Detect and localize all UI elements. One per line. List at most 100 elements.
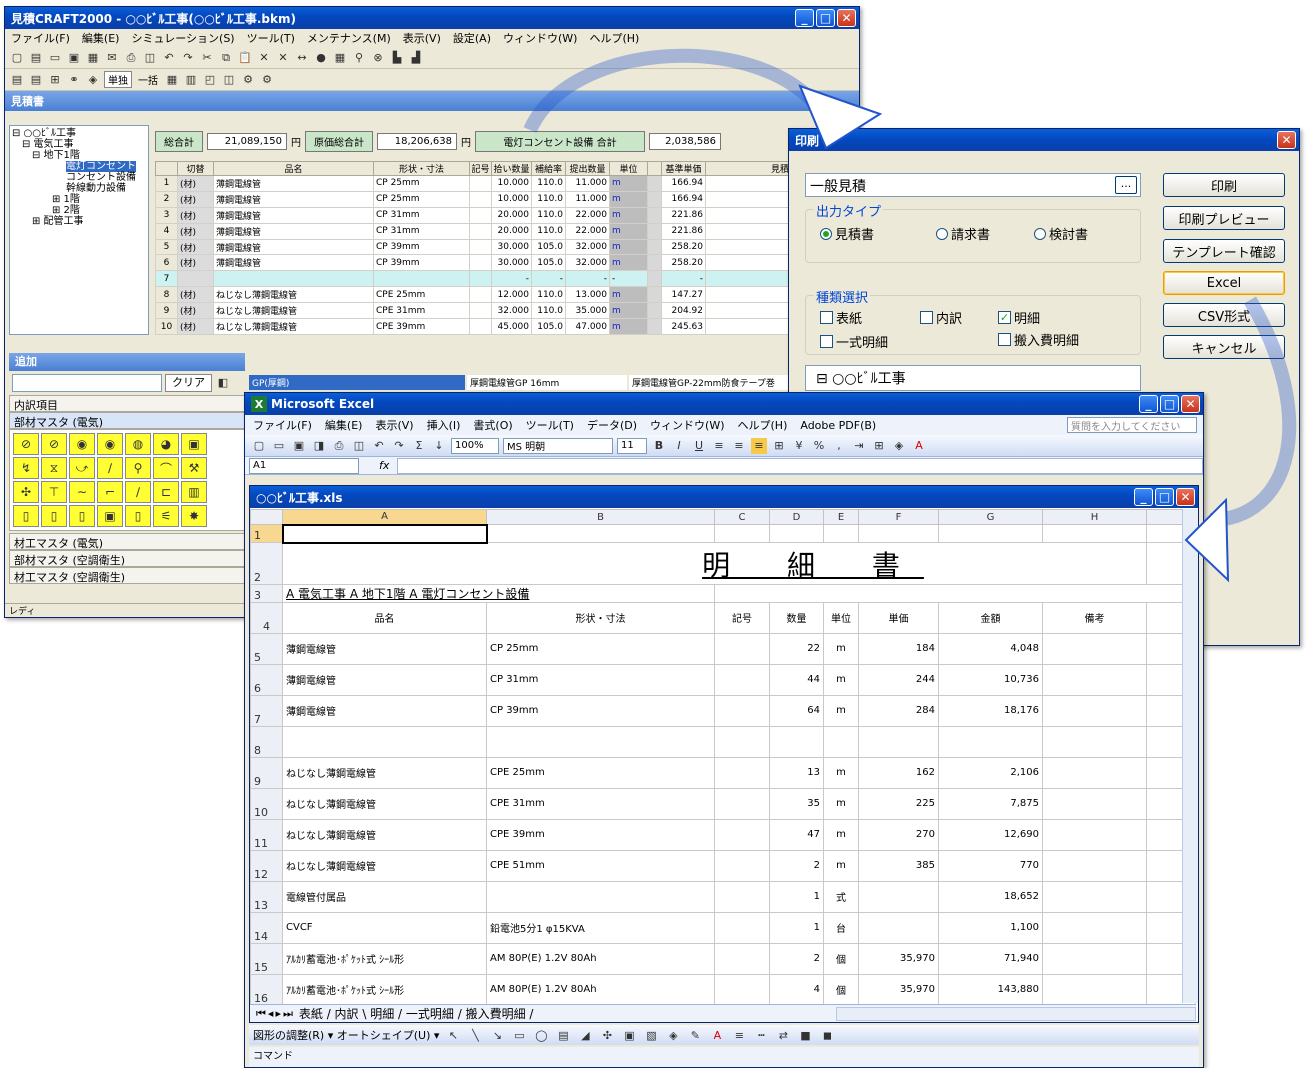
cell-name[interactable]: 薄鋼電線管	[282, 663, 487, 696]
xl-menu-file[interactable]: ファイル(F)	[253, 417, 312, 433]
sheet-first-icon[interactable]: ⏮	[256, 1007, 266, 1021]
col-header-d[interactable]: D	[769, 509, 824, 525]
grid-cell-size[interactable]: CP 31mm	[373, 222, 470, 240]
cell-name[interactable]: CVCF	[282, 911, 487, 944]
undo-icon[interactable]: ↶	[161, 50, 177, 66]
clear-button[interactable]: クリア	[165, 374, 212, 392]
part-pipe-icon[interactable]: ⊘	[13, 433, 39, 455]
cell-remarks[interactable]	[1042, 632, 1147, 665]
cell-size[interactable]: 鉛電池5分1 φ15KVA	[486, 911, 715, 944]
tree-lighting-outlet[interactable]: 電灯コンセント	[66, 161, 136, 172]
cell-symbol[interactable]	[714, 942, 770, 975]
part-switch2-icon[interactable]: ▯	[41, 505, 67, 527]
cell-size[interactable]: CP 25mm	[486, 632, 715, 665]
copy-icon[interactable]: ⧉	[218, 50, 234, 66]
part-strap-icon[interactable]: ∕	[97, 457, 123, 479]
cell-remarks[interactable]	[1042, 911, 1147, 944]
grid-cell-submit-qty[interactable]: 11.000	[565, 175, 610, 192]
save-icon[interactable]: ▣	[66, 50, 82, 66]
cell-amount[interactable]: 12,690	[938, 818, 1043, 851]
browse-button[interactable]: ...	[1115, 176, 1137, 194]
open-icon[interactable]: ▤	[28, 50, 44, 66]
grid-cell-qty[interactable]: 10.000	[491, 190, 532, 208]
grid-cell-row-number[interactable]: 1	[155, 175, 178, 192]
rectangle-icon[interactable]: ▭	[511, 1027, 527, 1043]
print-tree[interactable]: ⊟ ○○ﾋﾞﾙ工事	[805, 365, 1141, 391]
line-icon[interactable]: ╲	[467, 1027, 483, 1043]
tree-electrical[interactable]: ⊟ 電気工事	[12, 139, 146, 150]
grid-cell-size[interactable]: CP 25mm	[373, 175, 470, 192]
grid-cell-item-name[interactable]: ねじなし薄鋼電線管	[213, 286, 374, 304]
part-bracket-icon[interactable]: ⊏	[153, 481, 179, 503]
circle-icon[interactable]: ●	[313, 50, 329, 66]
cell-remarks[interactable]	[1042, 973, 1147, 1006]
menu-window[interactable]: ウィンドウ(W)	[503, 30, 577, 46]
header-unit[interactable]: 単位	[823, 601, 859, 634]
excel-button[interactable]: Excel	[1163, 271, 1285, 295]
arrow-line-icon[interactable]: ↘	[489, 1027, 505, 1043]
grid-cell-symbol[interactable]	[469, 318, 492, 335]
grid-cell-unit-button[interactable]	[647, 318, 662, 335]
ref-cell-gp[interactable]: GP(厚鋼)	[249, 375, 465, 390]
cell-qty[interactable]: 2	[769, 849, 824, 882]
menu-maintenance[interactable]: メンテナンス(M)	[307, 30, 391, 46]
sheet-horizontal-scrollbar[interactable]	[836, 1006, 1196, 1021]
menu-settings[interactable]: 設定(A)	[453, 30, 491, 46]
cell-unit[interactable]: m	[823, 632, 859, 665]
grid-cell-base-price[interactable]: 258.20	[661, 254, 706, 272]
grid-cell-qty[interactable]: 30.000	[491, 254, 532, 272]
cell-remarks[interactable]	[1042, 880, 1147, 913]
part-elbow-icon[interactable]: ↯	[13, 457, 39, 479]
cell-qty[interactable]: 35	[769, 787, 824, 820]
grid-cell-item-name[interactable]: 薄鋼電線管	[213, 175, 374, 192]
header-symbol[interactable]: 記号	[714, 601, 770, 634]
grid-cell-size[interactable]: CP 39mm	[373, 238, 470, 256]
grid-cell-symbol[interactable]	[469, 270, 492, 288]
comma-icon[interactable]: ,	[831, 438, 847, 454]
grid-cell-unit[interactable]: m	[609, 190, 648, 208]
picture-icon[interactable]: ▧	[643, 1027, 659, 1043]
cell-size[interactable]: CPE 25mm	[486, 756, 715, 789]
cell[interactable]	[938, 524, 1043, 543]
grid-cell-unit-button[interactable]	[647, 175, 662, 192]
cell-name[interactable]: ねじなし薄鋼電線管	[282, 849, 487, 882]
estimate-grid[interactable]: 切替 品名 形状・寸法 記号 拾い数量 補給率 提出数量 単位 基準単価 見積 …	[155, 161, 855, 335]
xl-menu-edit[interactable]: 編集(E)	[325, 417, 363, 433]
add-search-input[interactable]	[12, 374, 162, 392]
shadow-icon[interactable]: ■	[797, 1027, 813, 1043]
grid-cell-submit-qty[interactable]: 13.000	[565, 286, 610, 304]
header-qty[interactable]: 数量	[769, 601, 824, 634]
table-row[interactable]: 8 (材) ねじなし薄鋼電線管 CPE 25mm 12.000 110.0 13.000 m 1…	[155, 286, 855, 304]
grid-cell-row-number[interactable]: 5	[155, 238, 178, 256]
cell-price[interactable]: 270	[858, 818, 939, 851]
merge-icon[interactable]: ⊞	[771, 438, 787, 454]
grid-cell-symbol[interactable]	[469, 254, 492, 272]
xl-menu-tools[interactable]: ツール(T)	[526, 417, 574, 433]
cell[interactable]	[823, 524, 859, 543]
part-light-icon[interactable]: ✸	[181, 505, 207, 527]
grid-cell-row-number[interactable]: 6	[155, 254, 178, 272]
cell-qty[interactable]: 22	[769, 632, 824, 665]
grid-cell-base-price[interactable]: 166.94	[661, 175, 706, 192]
close-button[interactable]: ✕	[837, 9, 856, 27]
book-maximize-button[interactable]: □	[1155, 488, 1174, 506]
grid-cell-row-number[interactable]: 7	[155, 270, 178, 288]
xl-sum-icon[interactable]: Σ	[411, 438, 427, 454]
cell-symbol[interactable]	[714, 973, 770, 1006]
grid-cell-unit-button[interactable]	[647, 270, 662, 288]
grid-cell-base-price[interactable]: 245.63	[661, 318, 706, 335]
single-button[interactable]: 単独	[104, 71, 132, 88]
cell-size[interactable]: CPE 31mm	[486, 787, 715, 820]
cell-price[interactable]: 225	[858, 787, 939, 820]
cell-symbol[interactable]	[714, 787, 770, 820]
grid-cell-switch[interactable]: (材)	[177, 206, 214, 224]
cell-qty[interactable]: 13	[769, 756, 824, 789]
cell-remarks[interactable]	[1042, 942, 1147, 975]
col-header-e[interactable]: E	[823, 509, 859, 525]
grid-cell-qty[interactable]: -	[491, 270, 532, 288]
part-tee-icon[interactable]: ⊤	[41, 481, 67, 503]
grid-cell-item-name[interactable]: 薄鋼電線管	[213, 206, 374, 224]
sheet-next-icon[interactable]: ▸	[275, 1007, 281, 1020]
header-amount[interactable]: 金額	[938, 601, 1043, 634]
line-color-icon[interactable]: ✎	[687, 1027, 703, 1043]
